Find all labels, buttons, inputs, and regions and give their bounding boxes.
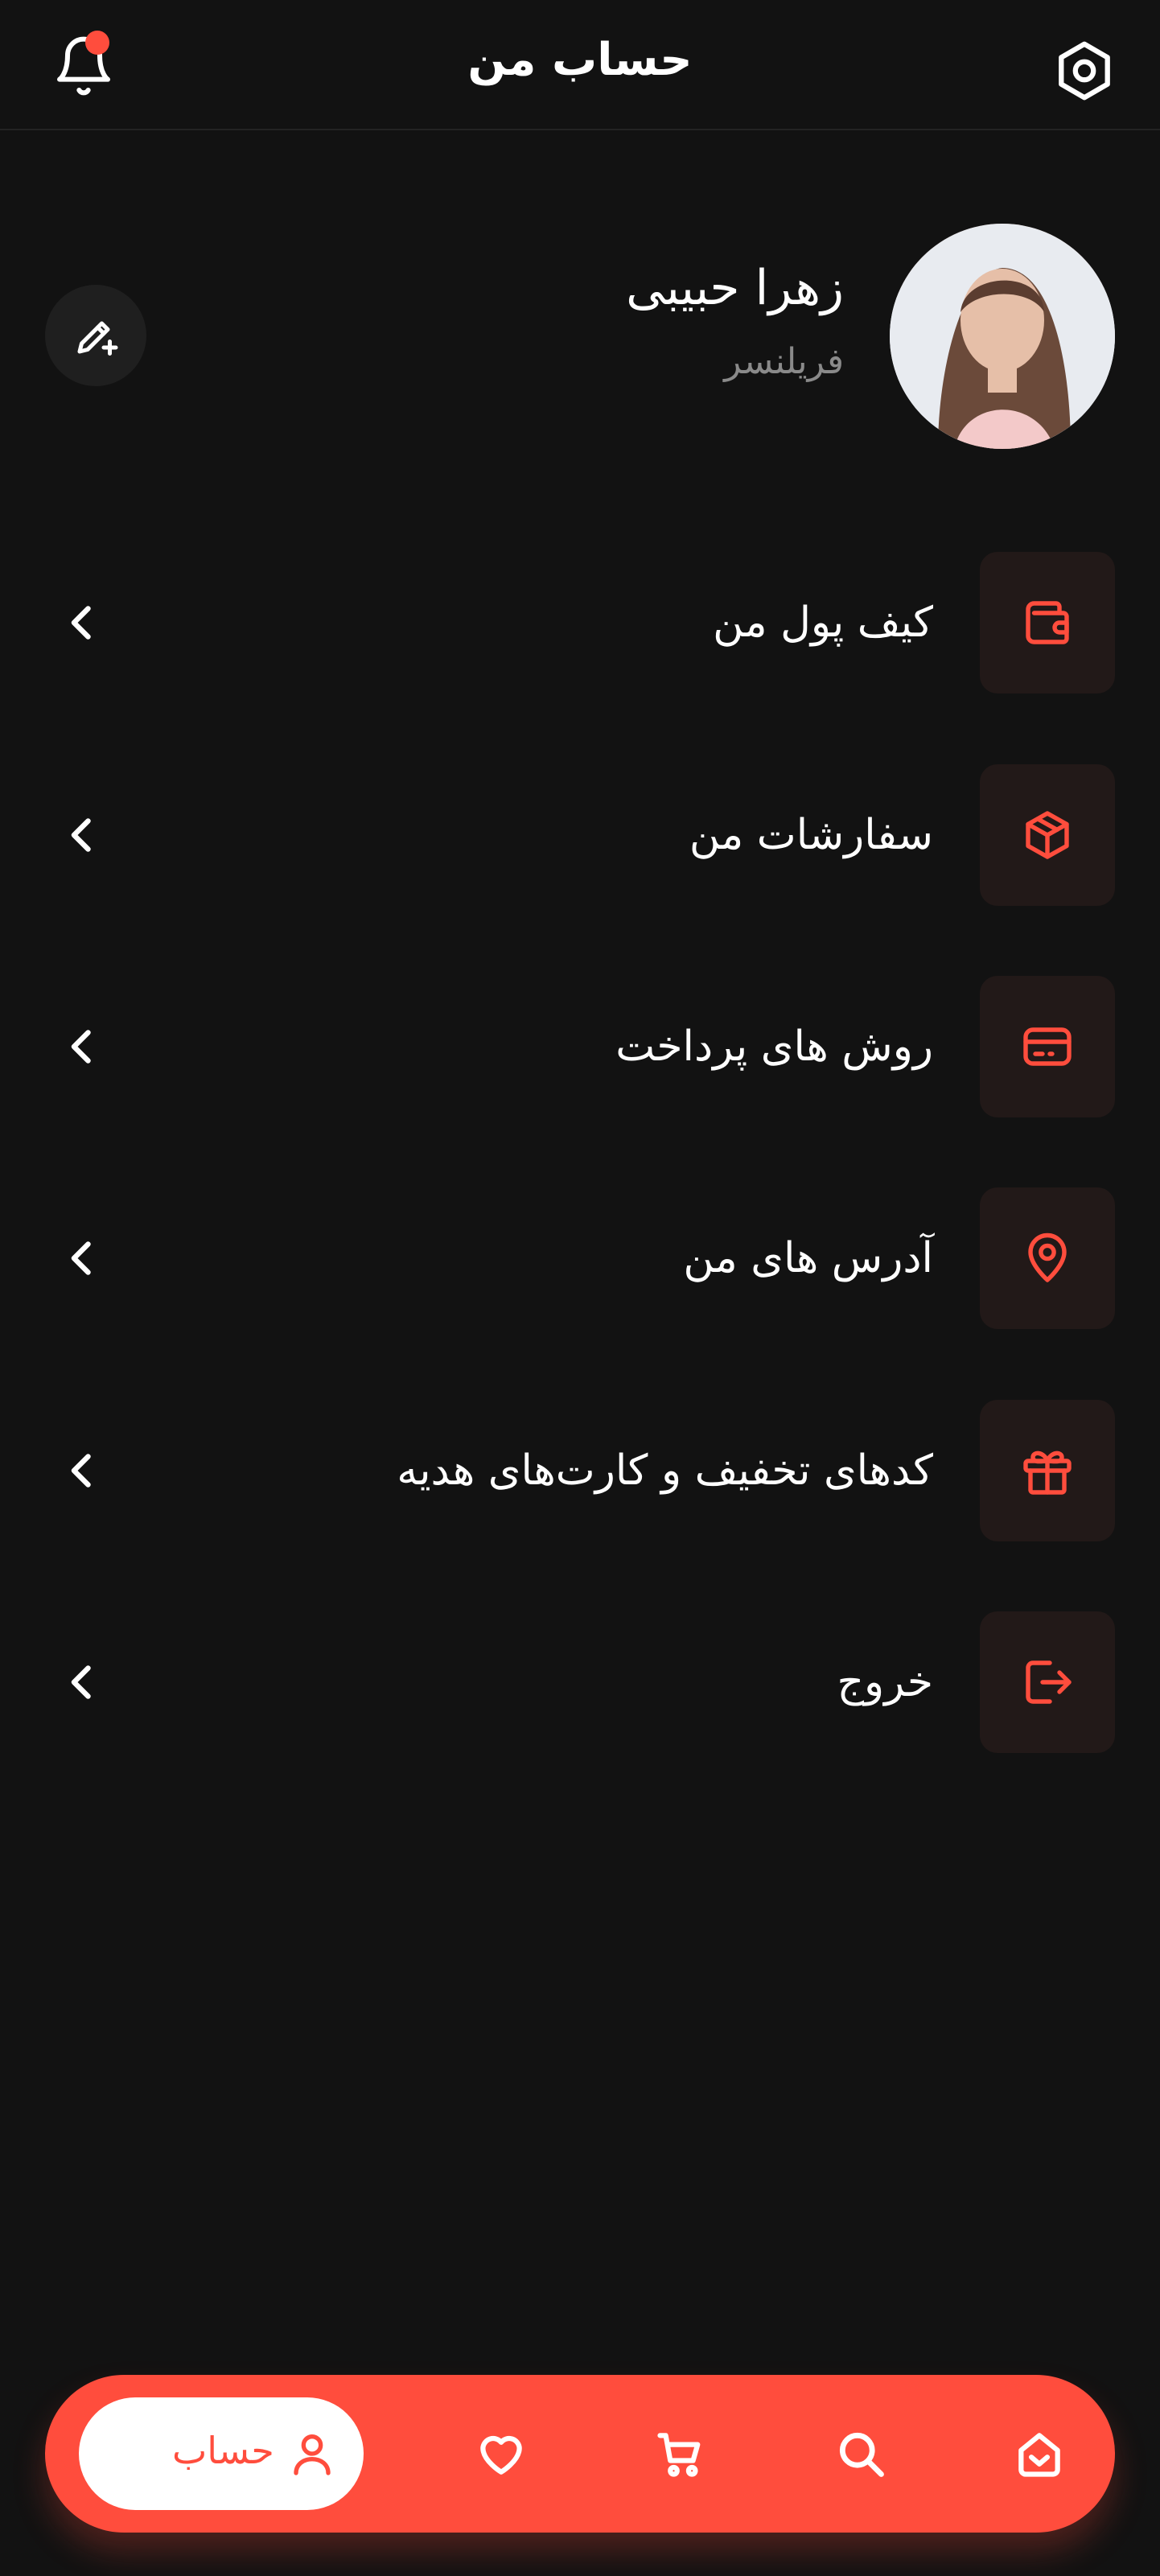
menu-item-label: روش های پرداخت [615,1023,933,1071]
menu-item-label: خروج [837,1658,933,1706]
profile-role: فریلنسر [724,341,844,382]
menu-icon-box [980,976,1115,1117]
menu-item-label: سفارشات من [689,811,933,859]
chevron-left-icon [71,606,91,640]
menu-item-label: آدرس های من [683,1234,933,1282]
logout-icon [1026,1660,1072,1704]
heart-icon[interactable] [474,2426,529,2481]
nav-account-label: حساب [172,2429,274,2472]
menu-icon-box [980,1611,1115,1753]
profile-photo [890,224,1115,449]
location-pin-icon [1028,1232,1067,1282]
bottom-navigation: حساب [45,2375,1115,2533]
app-header: حساب من [0,0,1160,130]
search-icon[interactable] [833,2426,888,2481]
credit-card-icon [1023,1027,1072,1066]
menu-item-addresses[interactable]: آدرس های من [0,1187,1160,1329]
chevron-left-icon [71,818,91,852]
hexagon-settings-icon [1059,41,1110,101]
avatar [890,224,1115,449]
profile-name: زهرا حبیبی [626,260,844,316]
wallet-icon [1026,601,1069,644]
chevron-left-icon [71,1454,91,1488]
menu-item-payment-methods[interactable]: روش های پرداخت [0,976,1160,1117]
menu-icon-box [980,764,1115,906]
cart-icon[interactable] [653,2426,708,2481]
chevron-left-icon [71,1665,91,1699]
box-icon [1026,811,1069,859]
user-icon [294,2434,331,2475]
gift-icon [1023,1451,1072,1495]
page-title: حساب من [467,34,693,86]
menu-item-label: کدهای تخفیف و کارت‌های هدیه [397,1446,933,1495]
menu-item-label: کیف پول من [713,599,933,647]
menu-icon-box [980,1400,1115,1541]
edit-profile-button[interactable] [45,285,146,386]
menu-icon-box [980,1187,1115,1329]
menu-item-orders[interactable]: سفارشات من [0,764,1160,906]
chevron-left-icon [71,1030,91,1064]
menu-item-wallet[interactable]: کیف پول من [0,552,1160,693]
nav-account-tab[interactable]: حساب [79,2397,364,2510]
menu-icon-box [980,552,1115,693]
pencil-plus-icon [77,321,118,356]
home-icon[interactable] [1012,2426,1067,2481]
menu-item-logout[interactable]: خروج [0,1611,1160,1753]
settings-button[interactable] [1046,37,1118,109]
menu-item-gift-codes[interactable]: کدهای تخفیف و کارت‌های هدیه [0,1400,1160,1541]
chevron-left-icon [71,1241,91,1275]
